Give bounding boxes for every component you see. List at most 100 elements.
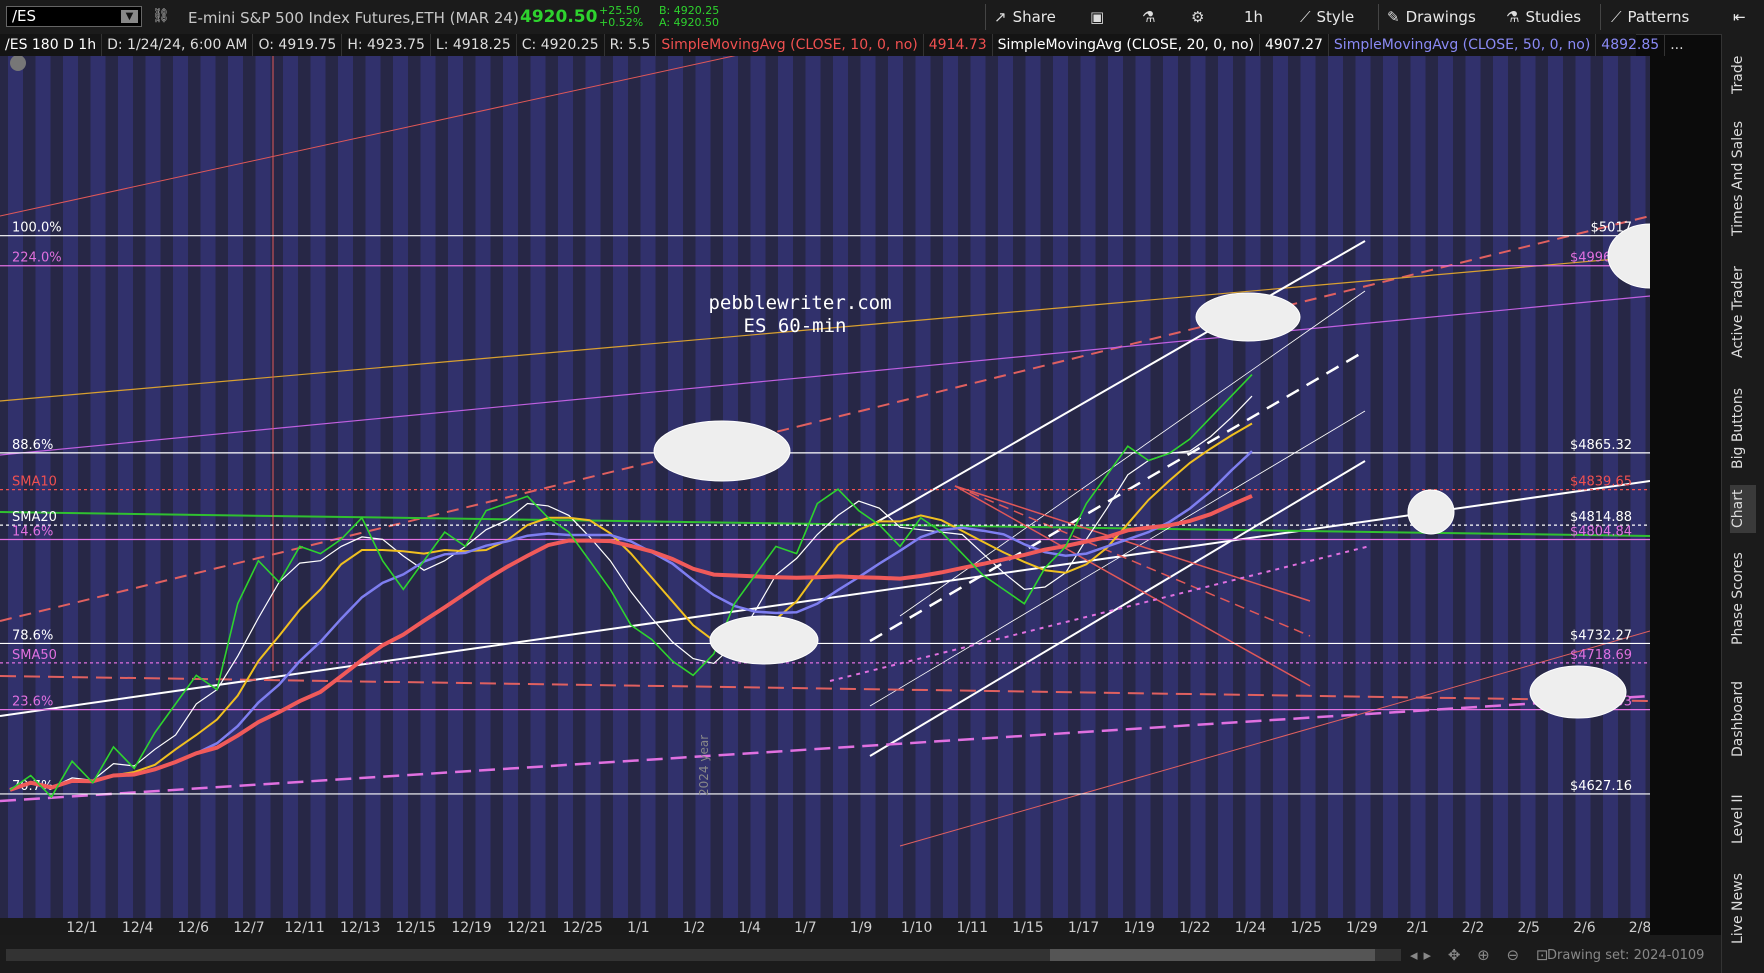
divider xyxy=(1600,4,1601,30)
time-tick-label: 2/5 xyxy=(1517,920,1540,935)
session-stripe xyxy=(283,56,298,935)
session-stripe xyxy=(860,56,876,935)
sidebar-tab-times-and-sales[interactable]: Times And Sales xyxy=(1730,114,1756,242)
change-pct: +0.52% xyxy=(599,16,644,29)
session-stripe xyxy=(778,56,793,935)
time-tick-label: 12/4 xyxy=(122,920,154,935)
fib-label-right: $4804.84 xyxy=(1570,524,1632,539)
snapshot-button[interactable]: ▣ xyxy=(1090,4,1110,30)
fib-label-left: 78.6% xyxy=(12,628,53,643)
time-tick-label: 2/1 xyxy=(1406,920,1429,935)
study-period[interactable]: /ES 180 D 1h xyxy=(0,34,103,56)
time-tick-label: 12/19 xyxy=(451,920,491,935)
fib-label-right: $4732.27 xyxy=(1570,628,1632,643)
time-tick-label: 1/17 xyxy=(1068,920,1099,935)
sidebar-tab-live-news[interactable]: Live News xyxy=(1730,869,1756,949)
sma50-value: 4892.85 xyxy=(1596,34,1666,56)
session-stripe xyxy=(1630,56,1646,935)
sma20-label[interactable]: SimpleMovingAvg (CLOSE, 20, 0, no) xyxy=(993,34,1261,56)
time-tick-label: 12/6 xyxy=(178,920,210,935)
symbol-input[interactable]: /ES ▼ xyxy=(6,6,142,27)
session-stripe xyxy=(393,56,408,935)
session-stripe xyxy=(1135,56,1151,935)
sidebar-tab-chart[interactable]: Chart xyxy=(1730,485,1756,533)
zoom-controls[interactable]: ◂▸ ✥ ⊕ ⊖ ⊡ xyxy=(1410,946,1554,964)
timeframe-button[interactable]: 1h xyxy=(1244,4,1263,30)
style-button[interactable]: ⟋ Style xyxy=(1300,4,1354,30)
time-tick-label: 1/25 xyxy=(1290,920,1321,935)
sidebar-tab-phase-scores[interactable]: Phase Scores xyxy=(1730,544,1756,654)
time-tick-label: 1/24 xyxy=(1235,920,1267,935)
session-stripe xyxy=(200,56,216,935)
session-stripe xyxy=(613,56,628,935)
sidebar-tab-active-trader[interactable]: Active Trader xyxy=(1730,262,1756,362)
session-stripe xyxy=(1603,56,1618,935)
session-stripe xyxy=(90,56,106,935)
more-studies[interactable]: ... xyxy=(1665,34,1688,56)
time-tick-label: 12/15 xyxy=(396,920,436,935)
sidebar-tab-trade[interactable]: Trade xyxy=(1730,44,1756,106)
link-icon[interactable]: ⛓ xyxy=(152,8,170,24)
time-tick-label: 1/22 xyxy=(1179,920,1210,935)
session-stripe xyxy=(145,56,161,935)
time-tick-label: 12/11 xyxy=(284,920,324,935)
session-stripe xyxy=(750,56,766,935)
sma20-value: 4907.27 xyxy=(1260,34,1329,56)
pencil-icon: ✎ xyxy=(1387,8,1400,26)
time-axis: 12/1 12/4 12/6 12/7 12/11 12/13 12/15 12/19 12/2… xyxy=(0,918,1650,935)
symbol-text: /ES xyxy=(12,7,37,25)
ask-price: A: 4920.50 xyxy=(659,16,720,29)
studies-button[interactable]: ⚗ Studies xyxy=(1506,4,1581,30)
scrollbar-thumb[interactable] xyxy=(1050,949,1375,961)
drawing-set-label: Drawing set: 2024-0109 xyxy=(1547,948,1705,963)
highlight-ellipse[interactable] xyxy=(709,615,819,665)
sidebar-tab-dashboard[interactable]: Dashboard xyxy=(1730,669,1756,769)
watermark-line1: pebblewriter.com xyxy=(708,292,891,314)
time-tick-label: 1/29 xyxy=(1346,920,1377,935)
style-label: Style xyxy=(1316,8,1355,26)
sma50-label[interactable]: SimpleMovingAvg (CLOSE, 50, 0, no) xyxy=(1329,34,1597,56)
session-stripe xyxy=(805,56,821,935)
year-marker: 2024 year xyxy=(697,735,711,796)
session-stripe xyxy=(35,56,51,935)
study-high: H: 4923.75 xyxy=(342,34,431,56)
highlight-ellipse[interactable] xyxy=(1529,665,1627,719)
highlight-ellipse[interactable] xyxy=(653,420,791,482)
settings-button[interactable]: ⚙ xyxy=(1191,4,1210,30)
session-stripe xyxy=(998,56,1013,935)
share-button[interactable]: ↗ Share xyxy=(994,4,1056,30)
fib-label-right: $4839.65 xyxy=(1570,475,1632,490)
patterns-button[interactable]: ⟋ Patterns xyxy=(1611,4,1689,30)
sidebar-toggle-button[interactable]: ⇤ xyxy=(1733,4,1746,30)
drawings-button[interactable]: ✎ Drawings xyxy=(1387,4,1476,30)
drawings-label: Drawings xyxy=(1405,8,1476,26)
session-stripe xyxy=(475,56,491,935)
session-stripe xyxy=(1080,56,1096,935)
session-stripe xyxy=(1273,56,1288,935)
session-stripe xyxy=(173,56,188,935)
time-tick-label: 1/2 xyxy=(683,920,706,935)
fib-label-left: 88.6% xyxy=(12,438,53,453)
share-icon: ↗ xyxy=(994,8,1007,26)
chevron-down-icon[interactable]: ▼ xyxy=(121,10,138,23)
share-label: Share xyxy=(1012,8,1056,26)
time-tick-label: 12/21 xyxy=(507,920,547,935)
sidebar-tab-level-ii[interactable]: Level II xyxy=(1730,784,1756,854)
session-stripe xyxy=(1218,56,1233,935)
highlight-ellipse[interactable] xyxy=(1195,292,1301,342)
timeframe-label: 1h xyxy=(1244,8,1264,26)
time-tick-label: 2/6 xyxy=(1573,920,1596,935)
sma10-label[interactable]: SimpleMovingAvg (CLOSE, 10, 0, no) xyxy=(656,34,924,56)
session-stripe xyxy=(1355,56,1371,935)
flask-button[interactable]: ⚗ xyxy=(1142,4,1161,30)
study-open: O: 4919.75 xyxy=(253,34,343,56)
session-stripe xyxy=(338,56,353,935)
session-stripe xyxy=(530,56,546,935)
time-tick-label: 2/8 xyxy=(1629,920,1650,935)
price-chart[interactable]: 100.0% $5017224.0% $4996.0388.6% $4865.32SM… xyxy=(0,56,1650,935)
time-tick-label: 1/9 xyxy=(850,920,873,935)
highlight-ellipse[interactable] xyxy=(1407,489,1455,535)
flask-icon: ⚗ xyxy=(1506,8,1520,26)
last-price: 4920.50 xyxy=(520,7,598,27)
sidebar-tab-big-buttons[interactable]: Big Buttons xyxy=(1730,379,1756,477)
